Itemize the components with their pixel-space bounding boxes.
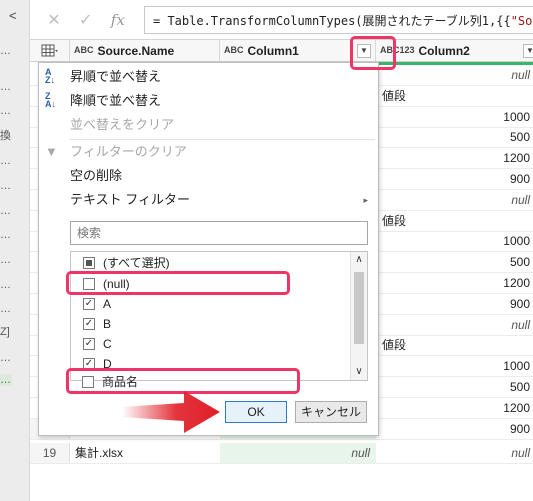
- menu-item-label: 降順で並べ替え: [70, 93, 162, 108]
- list-item-label: C: [103, 337, 112, 351]
- filter-dropdown-icon[interactable]: ▼: [523, 44, 533, 58]
- list-item-label: A: [103, 297, 112, 311]
- list-item-a[interactable]: ✓ A: [71, 294, 351, 314]
- cell-column2[interactable]: 値段: [376, 86, 533, 106]
- column-header-source-name[interactable]: ABC Source.Name: [70, 40, 220, 62]
- ok-button[interactable]: OK: [225, 401, 287, 423]
- menu-item-label: テキスト フィルター: [70, 192, 190, 207]
- highlight-null-item: [66, 271, 290, 295]
- highlight-dropdown-button: [350, 36, 396, 70]
- queries-pane: < … … … 換 … … … … … … … Z] … …: [0, 0, 30, 501]
- clear-filter-icon: ▼: [45, 144, 58, 159]
- sort-ascending-icon: A Z↓: [45, 67, 55, 85]
- text-filters-item[interactable]: テキスト フィルター ▸: [39, 188, 378, 212]
- search-input[interactable]: 検索: [70, 221, 368, 245]
- query-item[interactable]: …: [0, 45, 12, 57]
- cell-column2[interactable]: 500: [376, 252, 533, 272]
- cell-column2[interactable]: 900: [376, 169, 533, 189]
- formula-text: = Table.TransformColumnTypes(展開されたテーブル列1…: [153, 14, 511, 28]
- cell-column2[interactable]: 値段: [376, 335, 533, 355]
- query-item[interactable]: Z]: [0, 326, 12, 338]
- menu-item-label: 昇順で並べ替え: [70, 69, 162, 84]
- clear-sort-item[interactable]: 並べ替えをクリア: [39, 113, 378, 137]
- cell-column2[interactable]: 1000: [376, 231, 533, 251]
- list-scrollbar[interactable]: ∧ ∨: [350, 252, 367, 380]
- cell-column2[interactable]: 値段: [376, 211, 533, 231]
- cell-column2[interactable]: 500: [376, 127, 533, 147]
- checkbox-checked[interactable]: ✓: [83, 298, 95, 310]
- column-name: Column1: [247, 43, 299, 58]
- query-item[interactable]: …: [0, 303, 12, 315]
- menu-item-label: 並べ替えをクリア: [70, 117, 175, 132]
- text-type-icon[interactable]: ABC: [224, 46, 244, 55]
- cell-column2[interactable]: 1200: [376, 273, 533, 293]
- cancel-button[interactable]: キャンセル: [295, 401, 367, 423]
- cell-column2[interactable]: 1200: [376, 148, 533, 168]
- cell-column2[interactable]: 500: [376, 377, 533, 397]
- list-item-label: (すべて選択): [103, 256, 170, 270]
- scroll-thumb[interactable]: [354, 272, 364, 344]
- scroll-down-icon[interactable]: ∨: [351, 364, 367, 380]
- cell-source-name[interactable]: 集計.xlsx: [70, 443, 220, 463]
- cell-column2[interactable]: 1000: [376, 107, 533, 127]
- sort-descending-item[interactable]: Z A↓ 降順で並べ替え: [39, 89, 378, 113]
- column-name: Source.Name: [97, 43, 175, 58]
- scroll-up-icon[interactable]: ∧: [351, 252, 367, 268]
- cell-column2[interactable]: null: [376, 315, 533, 335]
- column-header-column2[interactable]: ABC123 Column2 ▼: [376, 40, 533, 62]
- query-item[interactable]: …: [0, 205, 12, 217]
- query-item[interactable]: …: [0, 180, 12, 192]
- menu-item-label: 空の削除: [70, 168, 123, 183]
- clear-filter-item[interactable]: ▼ フィルターのクリア: [39, 140, 378, 164]
- cell-column2[interactable]: null: [376, 443, 533, 463]
- table-row: 19 集計.xlsx null null: [30, 443, 533, 464]
- submenu-arrow-icon: ▸: [363, 195, 368, 205]
- query-item[interactable]: …: [0, 155, 12, 167]
- formula-bar: ✕ ✓ fx = Table.TransformColumnTypes(展開され…: [30, 0, 533, 40]
- cell-column2[interactable]: 1000: [376, 356, 533, 376]
- query-item[interactable]: …: [0, 254, 12, 266]
- fx-icon[interactable]: fx: [111, 11, 125, 29]
- query-item[interactable]: …: [0, 229, 12, 241]
- cell-column2[interactable]: 1200: [376, 398, 533, 418]
- query-item[interactable]: …: [0, 279, 12, 291]
- table-menu-icon[interactable]: [30, 40, 70, 62]
- query-item[interactable]: …: [0, 352, 12, 364]
- commit-formula-icon[interactable]: ✓: [79, 10, 92, 30]
- collapse-queries-icon[interactable]: <: [9, 8, 17, 23]
- text-type-icon[interactable]: ABC: [74, 46, 94, 55]
- formula-string: "Source: [510, 14, 533, 28]
- cell-column2[interactable]: 900: [376, 294, 533, 314]
- formula-buttons: ✕ ✓ fx: [30, 4, 142, 36]
- list-item-select-all[interactable]: (すべて選択): [71, 253, 351, 273]
- cell-column2[interactable]: null: [376, 190, 533, 210]
- list-item-c[interactable]: ✓ C: [71, 334, 351, 354]
- column-name: Column2: [418, 43, 470, 58]
- cancel-formula-icon[interactable]: ✕: [47, 10, 60, 30]
- checkbox-partial[interactable]: [83, 257, 95, 269]
- list-item-label: B: [103, 317, 112, 331]
- query-item[interactable]: …: [0, 81, 12, 93]
- list-item-b[interactable]: ✓ B: [71, 314, 351, 334]
- checkbox-checked[interactable]: ✓: [83, 338, 95, 350]
- cell-column1[interactable]: null: [220, 443, 376, 463]
- query-item[interactable]: …: [0, 105, 12, 117]
- sort-descending-icon: Z A↓: [45, 91, 56, 109]
- formula-input[interactable]: = Table.TransformColumnTypes(展開されたテーブル列1…: [144, 6, 533, 34]
- cell-column2[interactable]: null: [376, 65, 533, 85]
- row-number: 19: [30, 443, 70, 463]
- sort-ascending-item[interactable]: A Z↓ 昇順で並べ替え: [39, 65, 378, 89]
- menu-item-label: フィルターのクリア: [70, 144, 187, 159]
- red-arrow-icon: [122, 391, 220, 433]
- checkbox-checked[interactable]: ✓: [83, 318, 95, 330]
- query-item[interactable]: 換: [0, 130, 12, 142]
- query-item-selected[interactable]: …: [0, 374, 12, 386]
- remove-empty-item[interactable]: 空の削除: [39, 164, 378, 188]
- cell-column2[interactable]: [376, 419, 533, 439]
